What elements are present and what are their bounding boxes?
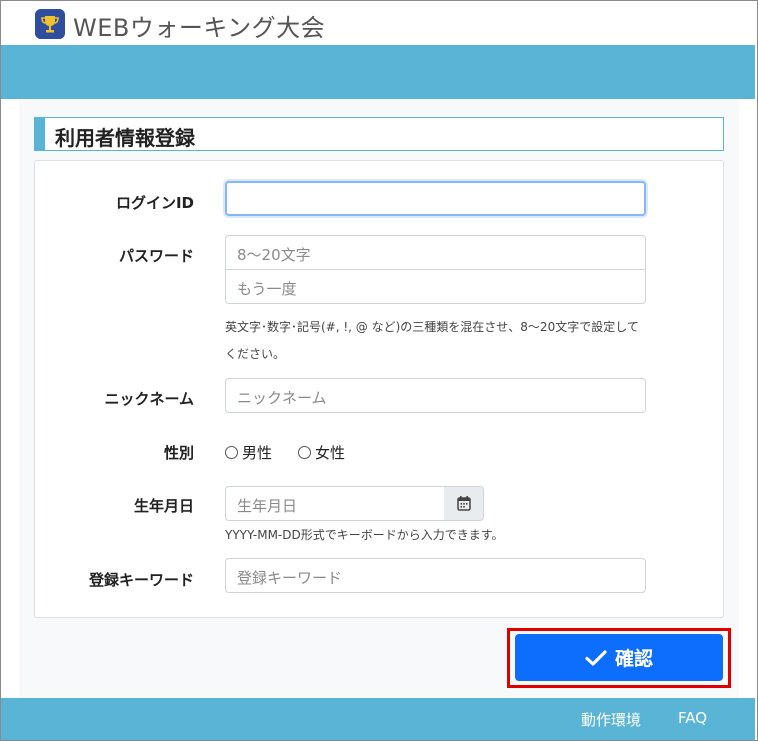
footer-link-faq[interactable]: FAQ: [678, 709, 707, 727]
birthdate-label: 生年月日: [133, 497, 194, 515]
password-input[interactable]: 8～20文字: [226, 236, 645, 270]
confirm-label: 確認: [614, 648, 653, 670]
footer-link-environment[interactable]: 動作環境: [581, 709, 641, 730]
gender-label: 性別: [163, 444, 194, 462]
section-title: 利用者情報登録: [34, 117, 724, 151]
radio-male[interactable]: [225, 446, 238, 459]
login-id-input[interactable]: [225, 181, 646, 216]
keyword-label: 登録キーワード: [88, 571, 194, 589]
keyword-input[interactable]: 登録キーワード: [225, 558, 646, 593]
password-confirm-input[interactable]: もう一度: [226, 270, 645, 304]
trophy-icon: [35, 9, 65, 39]
password-help-text: 英文字･数字･記号(#, !, @ など)の三種類を混在させ、8～20文字で設定…: [225, 320, 639, 361]
gender-male-label: 男性: [242, 444, 273, 462]
password-group: 8～20文字 もう一度: [225, 235, 646, 304]
section-title-text: 利用者情報登録: [55, 126, 195, 150]
gender-female-option[interactable]: 女性: [298, 442, 345, 463]
birthdate-help-text: YYYY-MM-DD形式でキーボードから入力できます。: [225, 528, 504, 542]
footer: 動作環境 FAQ: [1, 698, 755, 740]
calendar-button[interactable]: [444, 486, 484, 521]
radio-female[interactable]: [298, 446, 311, 459]
app-header: WEBウォーキング大会: [1, 1, 755, 45]
app-title: WEBウォーキング大会: [73, 14, 326, 42]
calendar-icon: [457, 496, 471, 511]
nav-band: [1, 45, 755, 99]
nickname-label: ニックネーム: [104, 390, 194, 408]
birthdate-input[interactable]: 生年月日: [225, 486, 445, 521]
nickname-input[interactable]: ニックネーム: [225, 378, 646, 413]
gender-female-label: 女性: [315, 444, 346, 462]
gender-male-option[interactable]: 男性: [225, 442, 272, 463]
password-label: パスワード: [118, 247, 194, 265]
confirm-button[interactable]: 確認: [515, 634, 723, 681]
login-id-label: ログインID: [115, 194, 194, 212]
checkmark-icon: [585, 649, 607, 666]
